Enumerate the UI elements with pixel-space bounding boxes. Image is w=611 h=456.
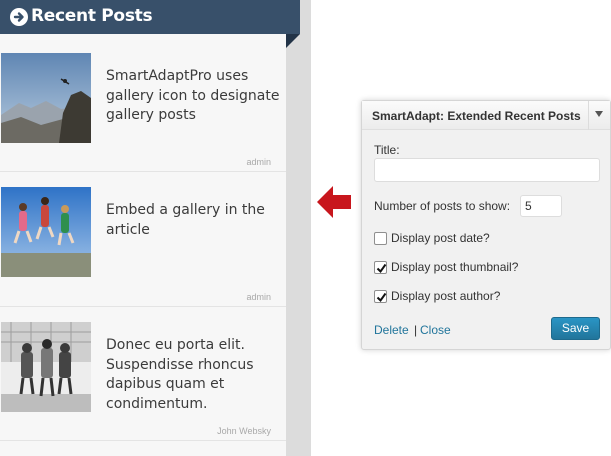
post-title[interactable]: Donec eu porta elit. Suspendisse rhoncus…	[106, 336, 281, 414]
post-divider	[0, 440, 286, 441]
left-arrow-icon	[316, 184, 352, 220]
post-divider	[0, 306, 286, 307]
arrow-circle-icon	[10, 8, 28, 26]
caret-down-icon	[595, 111, 603, 117]
post-thumbnail[interactable]	[1, 322, 91, 412]
panel-header[interactable]: SmartAdapt: Extended Recent Posts	[362, 101, 610, 130]
title-label: Title:	[374, 143, 400, 157]
num-posts-label: Number of posts to show:	[374, 199, 511, 213]
display-date-checkbox[interactable]	[374, 232, 387, 245]
post-author: admin	[246, 292, 271, 302]
link-separator: |	[414, 323, 418, 337]
display-date-label[interactable]: Display post date?	[391, 231, 490, 245]
widget-header: Recent Posts	[0, 0, 300, 48]
display-author-label[interactable]: Display post author?	[391, 289, 500, 303]
title-input[interactable]	[374, 158, 600, 182]
post-thumbnail[interactable]	[1, 187, 91, 277]
panel-toggle-button[interactable]	[588, 101, 610, 130]
post-title[interactable]: Embed a gallery in the article	[106, 201, 281, 240]
display-thumbnail-checkbox[interactable]	[374, 261, 387, 274]
widget-settings-panel: SmartAdapt: Extended Recent Posts Title:…	[361, 100, 611, 350]
display-author-checkbox[interactable]	[374, 290, 387, 303]
post-title[interactable]: SmartAdaptPro uses gallery icon to desig…	[106, 67, 281, 126]
num-posts-input[interactable]: 5	[520, 195, 562, 217]
post-author: admin	[246, 157, 271, 167]
save-button[interactable]: Save	[551, 317, 600, 340]
sidebar-edge	[286, 0, 311, 456]
header-fold	[286, 34, 300, 48]
widget-title: Recent Posts	[31, 6, 153, 26]
recent-posts-widget: Recent Posts SmartAdaptPro uses gallery …	[0, 0, 311, 456]
post-author: John Websky	[217, 426, 271, 436]
close-link[interactable]: Close	[420, 323, 451, 337]
display-thumbnail-label[interactable]: Display post thumbnail?	[391, 260, 518, 274]
panel-title: SmartAdapt: Extended Recent Posts	[372, 109, 581, 123]
post-thumbnail[interactable]	[1, 53, 91, 143]
post-divider	[0, 171, 286, 172]
delete-link[interactable]: Delete	[374, 323, 409, 337]
